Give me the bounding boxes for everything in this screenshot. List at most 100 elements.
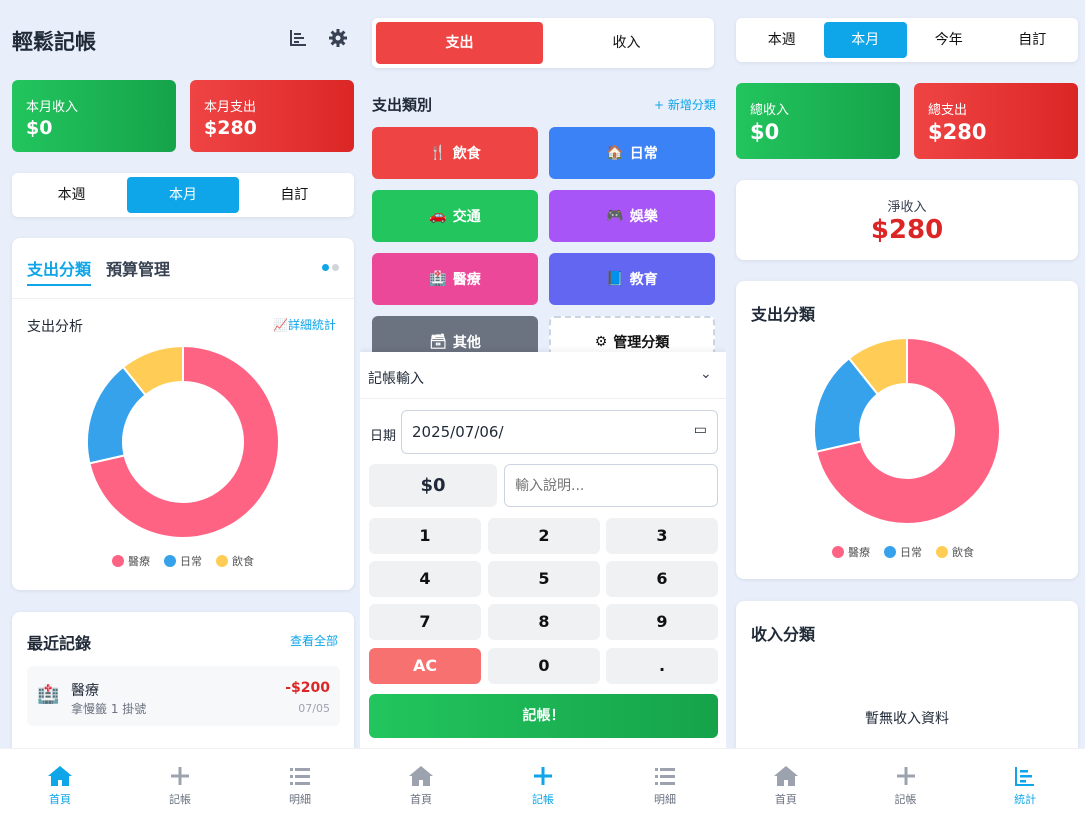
- expense-category-title: 支出分類: [751, 305, 816, 324]
- nav-add[interactable]: 記帳: [120, 749, 240, 814]
- expense-donut-chart: [813, 336, 1001, 525]
- income-card: 本月收入 $0: [12, 80, 176, 152]
- record-amount: -$200: [285, 680, 330, 696]
- key-dot[interactable]: .: [606, 648, 718, 684]
- key-7[interactable]: 7: [369, 604, 481, 640]
- chart-legend: 醫療 日常 飲食: [832, 544, 974, 560]
- entry-title: 記帳輸入: [368, 371, 424, 387]
- legend-item: 醫療: [112, 553, 150, 569]
- key-0[interactable]: 0: [488, 648, 600, 684]
- car-icon: 🚗: [429, 208, 447, 224]
- category-entertainment[interactable]: 🎮 娛樂: [549, 190, 715, 242]
- key-clear[interactable]: AC: [369, 648, 481, 684]
- total-expense-label: 總支出: [928, 103, 968, 118]
- category-daily[interactable]: 🏠 日常: [549, 127, 715, 179]
- amount-display: $0: [369, 464, 497, 507]
- category-medical[interactable]: 🏥 醫療: [372, 253, 538, 305]
- nav-home[interactable]: 首頁: [0, 749, 120, 814]
- chevron-down-icon[interactable]: ⌄: [700, 366, 712, 382]
- net-income-card: 淨收入 $280: [736, 180, 1078, 260]
- gear-icon[interactable]: [328, 28, 348, 52]
- period-month[interactable]: 本月: [823, 22, 907, 58]
- categories-title: 支出類別: [372, 96, 433, 114]
- list-icon: [290, 768, 310, 785]
- submit-button[interactable]: 記帳！: [369, 694, 718, 738]
- key-2[interactable]: 2: [488, 518, 600, 554]
- nav-home[interactable]: 首頁: [726, 749, 846, 814]
- category-food[interactable]: 🍴 飲食: [372, 127, 538, 179]
- nav-list[interactable]: 明細: [240, 749, 360, 814]
- income-category-card: 收入分類 暫無收入資料: [736, 601, 1078, 761]
- period-month[interactable]: 本月: [127, 177, 239, 213]
- period-week[interactable]: 本週: [16, 177, 127, 213]
- home-icon: [48, 766, 72, 786]
- tab-income[interactable]: 收入: [543, 22, 710, 64]
- tab-expense-category[interactable]: 支出分類: [27, 256, 92, 286]
- expense-value: $280: [204, 117, 257, 139]
- record-item[interactable]: 🏥 醫療 拿慢籤 1 掛號 -$200 07/05: [27, 666, 340, 726]
- period-selector: 本週 本月 今年 自訂: [736, 18, 1078, 62]
- entry-sheet: 記帳輸入 ⌄ 日期 2025/07/06/ ▭ $0 1 2 3 4 5 6 7…: [360, 352, 726, 748]
- chart-legend: 醫療 日常 飲食: [112, 553, 254, 569]
- nav-add[interactable]: 記帳: [846, 749, 966, 814]
- period-week[interactable]: 本週: [740, 22, 824, 58]
- key-9[interactable]: 9: [606, 604, 718, 640]
- total-income-value: $0: [750, 120, 780, 144]
- key-3[interactable]: 3: [606, 518, 718, 554]
- tab-expense[interactable]: 支出: [376, 22, 543, 64]
- total-income-card: 總收入 $0: [736, 83, 900, 159]
- calendar-icon[interactable]: ▭: [694, 422, 707, 438]
- legend-item: 飲食: [936, 544, 974, 560]
- bottom-nav: 首頁 記帳 明細: [360, 748, 726, 814]
- key-5[interactable]: 5: [488, 561, 600, 597]
- stats-screen: 本週 本月 今年 自訂 總收入 $0 總支出 $280 淨收入 $280 支出分…: [726, 0, 1085, 814]
- period-custom[interactable]: 自訂: [239, 177, 350, 213]
- hospital-icon: 🏥: [37, 684, 60, 705]
- gamepad-icon: 🎮: [606, 208, 624, 224]
- record-category: 醫療: [71, 683, 99, 699]
- key-1[interactable]: 1: [369, 518, 481, 554]
- utensils-icon: 🍴: [429, 145, 447, 161]
- add-category-link[interactable]: + 新增分類: [654, 96, 716, 113]
- nav-list[interactable]: 明細: [604, 749, 726, 814]
- add-entry-screen: 支出 收入 支出類別 + 新增分類 🍴 飲食 🏠 日常 🚗 交通 🎮 娛樂 🏥 醫療 📘 教…: [360, 0, 726, 814]
- category-education[interactable]: 📘 教育: [549, 253, 715, 305]
- home-icon: 🏠: [606, 145, 624, 161]
- key-6[interactable]: 6: [606, 561, 718, 597]
- period-custom[interactable]: 自訂: [991, 22, 1075, 58]
- tab-budget[interactable]: 預算管理: [106, 256, 170, 280]
- hospital-icon: 🏥: [429, 271, 447, 287]
- plus-icon: [171, 767, 189, 785]
- line-chart-icon: 📈: [273, 318, 288, 332]
- home-screen: 輕鬆記帳 本月收入 $0 本月支出 $280 本週 本月 自訂 支出分類 預算管…: [0, 0, 360, 814]
- description-input[interactable]: [504, 464, 718, 507]
- income-category-title: 收入分類: [751, 625, 816, 644]
- recent-title: 最近記錄: [27, 634, 92, 653]
- record-note: 拿慢籤 1 掛號: [71, 702, 147, 716]
- date-input[interactable]: 2025/07/06/ ▭: [401, 410, 718, 454]
- nav-stats[interactable]: 統計: [965, 749, 1085, 814]
- period-year[interactable]: 今年: [907, 22, 991, 58]
- key-8[interactable]: 8: [488, 604, 600, 640]
- page-dot-active[interactable]: [322, 264, 329, 271]
- expense-category-card: 支出分類 醫療 日常 飲食: [736, 281, 1078, 579]
- total-expense-value: $280: [928, 120, 987, 144]
- record-date: 07/05: [298, 702, 330, 715]
- box-icon: 🗃: [429, 334, 447, 350]
- analysis-title: 支出分析: [27, 319, 83, 335]
- detail-stats-link[interactable]: 📈詳細統計: [273, 316, 336, 333]
- page-dot[interactable]: [332, 264, 339, 271]
- expense-donut-chart: [86, 344, 280, 539]
- gear-icon: ⚙: [594, 334, 608, 350]
- app-title: 輕鬆記帳: [12, 30, 96, 54]
- nav-add[interactable]: 記帳: [482, 749, 604, 814]
- income-value: $0: [26, 117, 53, 139]
- category-transport[interactable]: 🚗 交通: [372, 190, 538, 242]
- key-4[interactable]: 4: [369, 561, 481, 597]
- divider: [12, 298, 354, 299]
- home-icon: [773, 766, 798, 786]
- nav-home[interactable]: 首頁: [360, 749, 482, 814]
- bottom-nav: 首頁 記帳 明細: [0, 748, 360, 814]
- view-all-link[interactable]: 查看全部: [290, 632, 338, 649]
- chart-icon[interactable]: [288, 28, 308, 52]
